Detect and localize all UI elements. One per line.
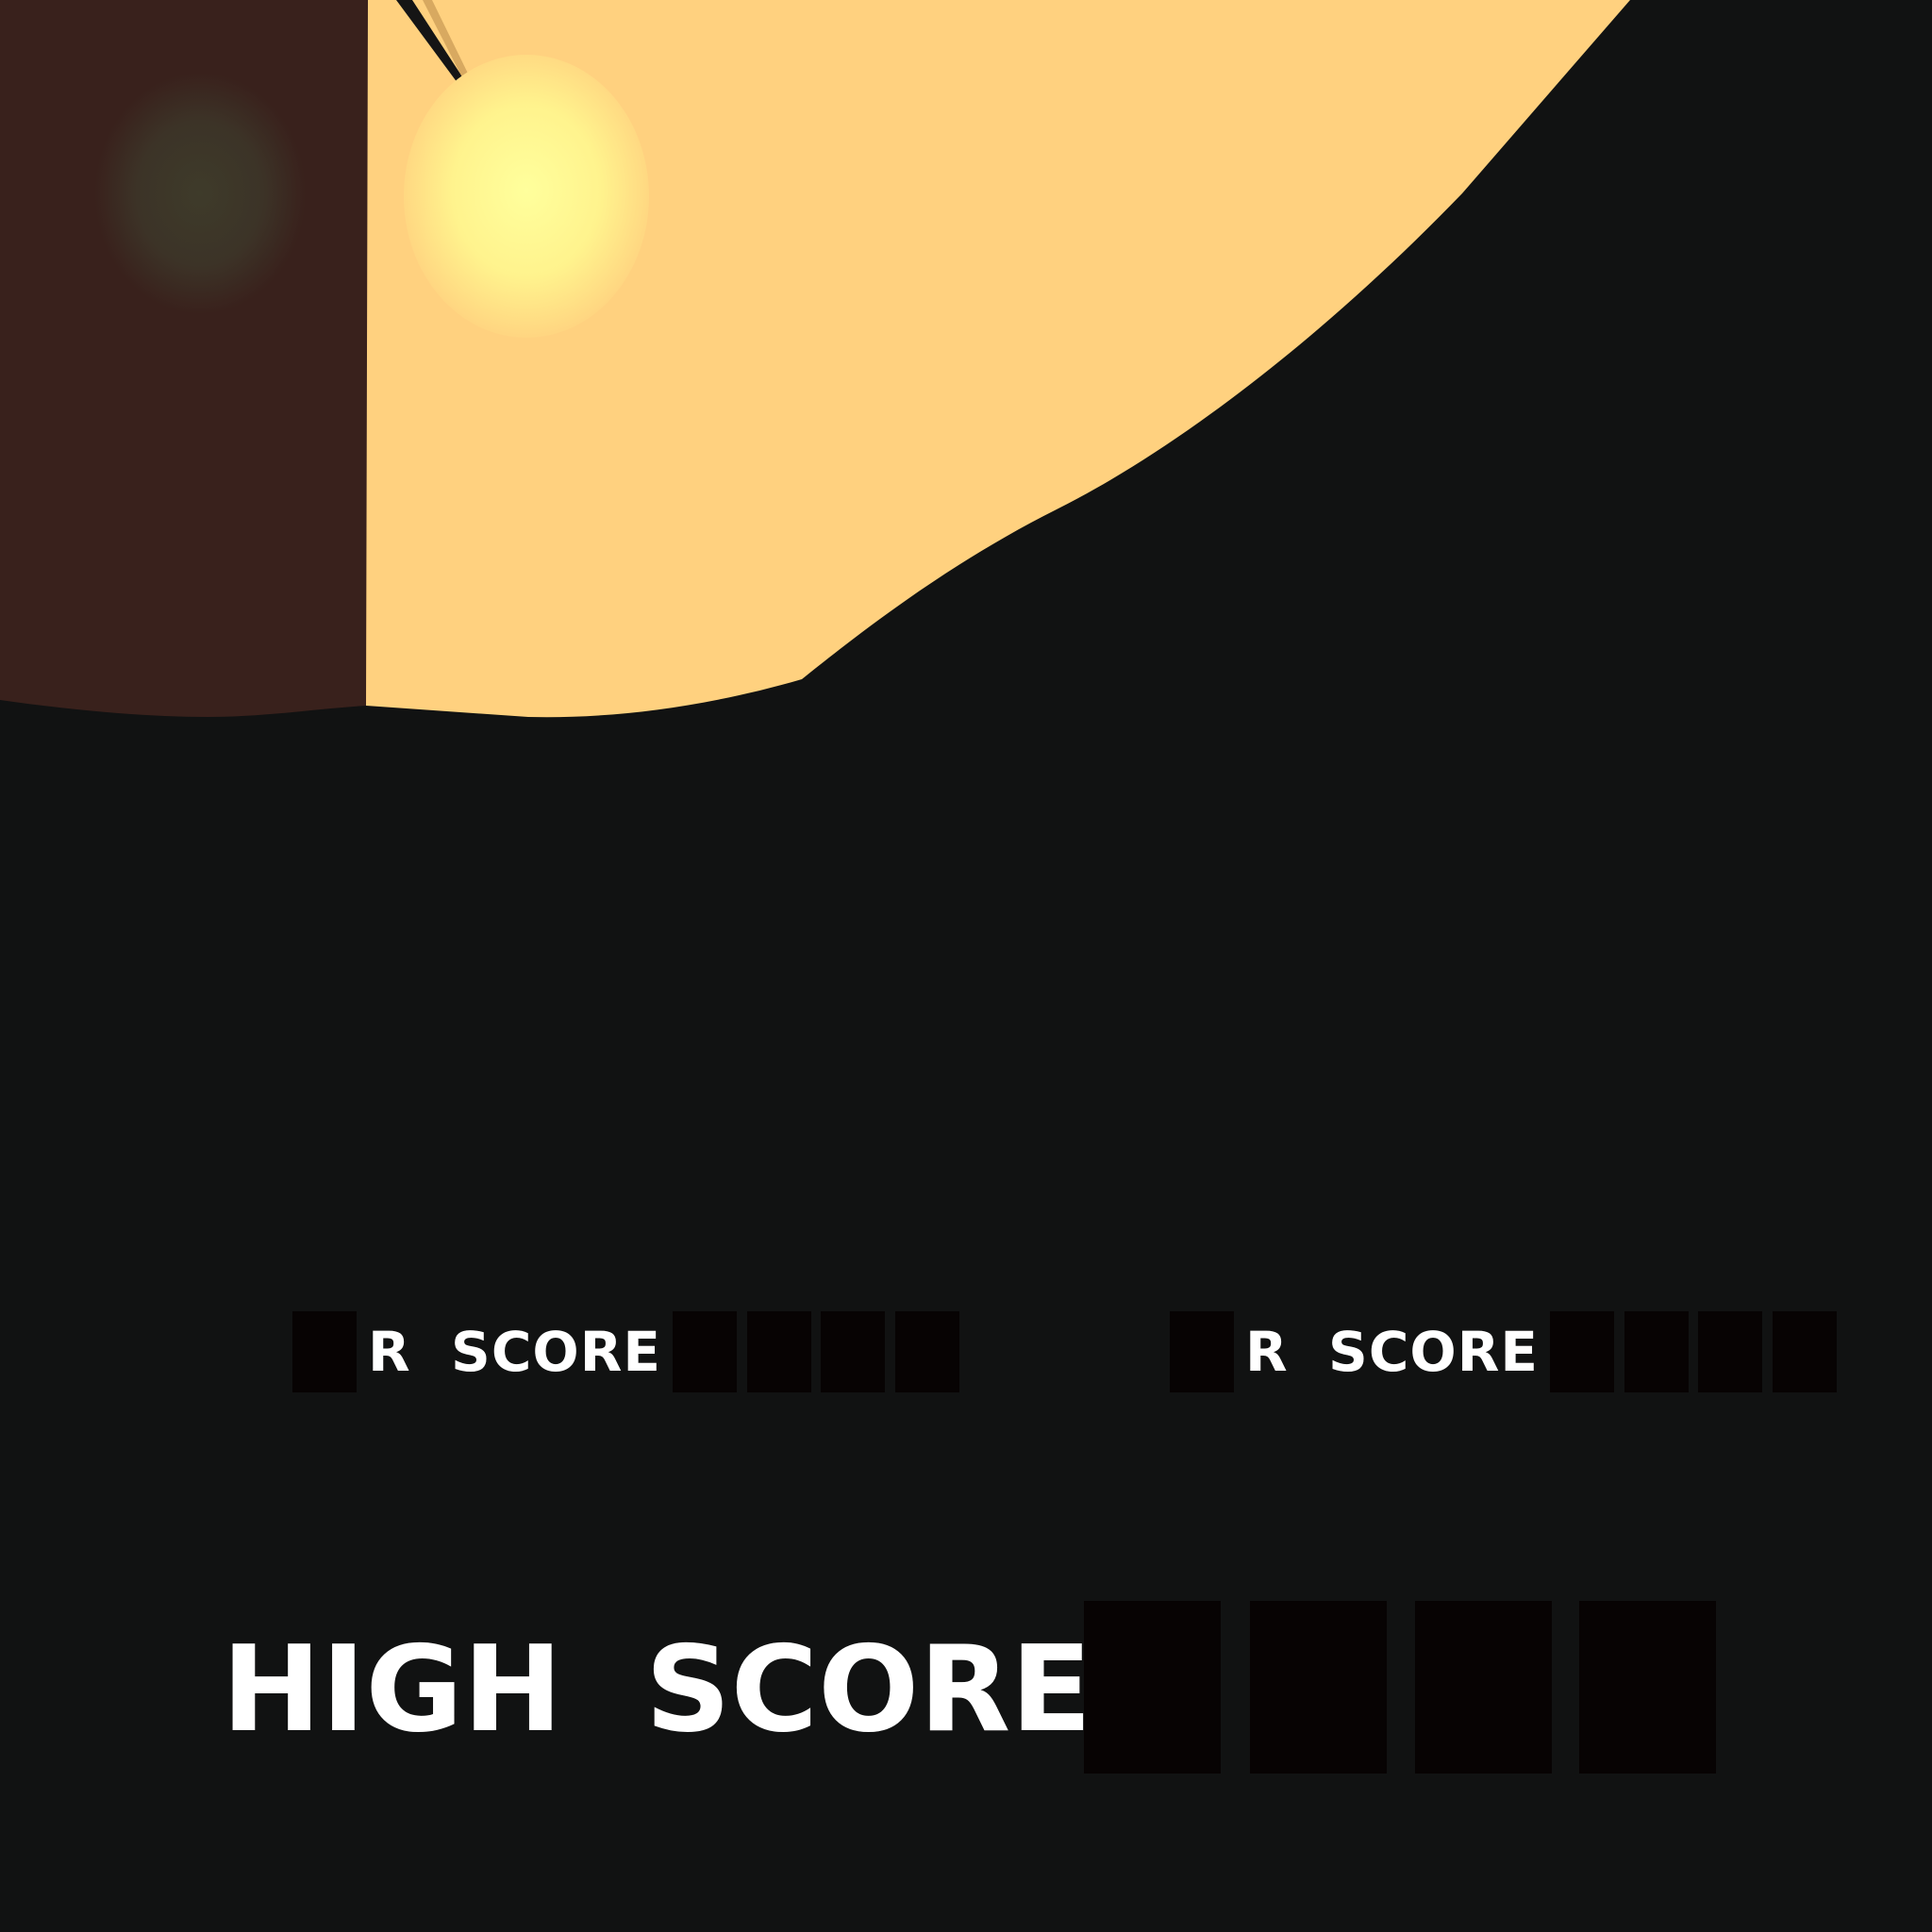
p1-digit-box-2 bbox=[747, 1311, 811, 1392]
p2-digit-box-2 bbox=[1624, 1311, 1689, 1392]
p1-digit-box-3 bbox=[821, 1311, 885, 1392]
p2-digit-box-3 bbox=[1698, 1311, 1762, 1392]
hs-digit-box-1 bbox=[1084, 1601, 1221, 1774]
player1-score-label: R SCORE bbox=[368, 1320, 661, 1384]
player2-score-label: R SCORE bbox=[1245, 1320, 1539, 1384]
hs-digit-box-4 bbox=[1579, 1601, 1716, 1774]
hs-digit-box-3 bbox=[1415, 1601, 1552, 1774]
p1-leading-box bbox=[292, 1311, 357, 1392]
high-score-label: HIGH SCORE bbox=[222, 1620, 1092, 1758]
p2-leading-box bbox=[1170, 1311, 1234, 1392]
p2-digit-box-1 bbox=[1550, 1311, 1614, 1392]
p1-digit-box-1 bbox=[673, 1311, 737, 1392]
p2-digit-box-4 bbox=[1773, 1311, 1837, 1392]
wall-window bbox=[94, 73, 306, 314]
hs-digit-box-2 bbox=[1250, 1601, 1387, 1774]
p1-digit-box-4 bbox=[895, 1311, 959, 1392]
lamp-bulb bbox=[404, 55, 649, 338]
